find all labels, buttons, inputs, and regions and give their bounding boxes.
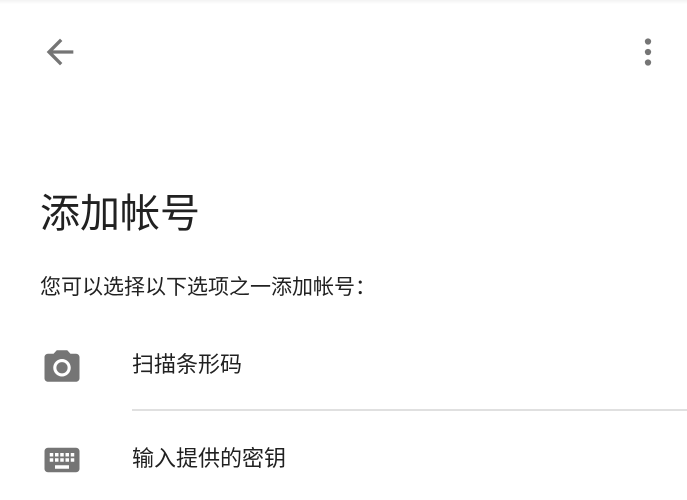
keyboard-icon (40, 438, 84, 482)
back-button[interactable] (36, 30, 84, 74)
enter-key-option[interactable]: 输入提供的密钥 (0, 420, 687, 500)
camera-icon (40, 344, 84, 388)
scan-barcode-label: 扫描条形码 (132, 353, 243, 378)
arrow-left-icon (46, 38, 74, 66)
more-options-button[interactable] (628, 30, 668, 74)
app-bar (0, 0, 687, 100)
page-title: 添加帐号 (40, 191, 200, 237)
page-subtitle: 您可以选择以下选项之一添加帐号： (40, 275, 376, 299)
more-vertical-icon (644, 38, 652, 66)
option-divider (132, 409, 687, 411)
scan-barcode-option[interactable]: 扫描条形码 (0, 326, 687, 406)
enter-key-label: 输入提供的密钥 (132, 447, 287, 472)
